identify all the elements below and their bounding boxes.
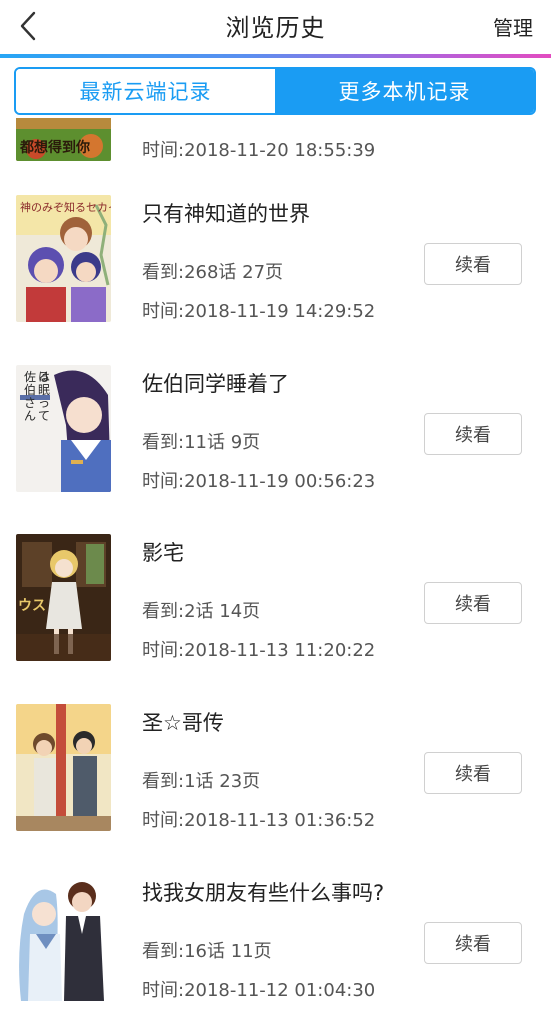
continue-reading-button[interactable]: 续看 xyxy=(424,243,522,285)
cover-art-image xyxy=(16,704,111,831)
read-progress: 看到:2话 14页 xyxy=(142,601,261,622)
manga-cover[interactable] xyxy=(16,874,111,1001)
read-time: 时间:2018-11-19 14:29:52 xyxy=(142,301,376,322)
manga-cover[interactable]: ウス xyxy=(16,534,111,661)
cover-art-image: 佐伯さんは眠ってる xyxy=(16,365,111,492)
continue-reading-button[interactable]: 续看 xyxy=(424,752,522,794)
read-progress: 看到:268话 27页 xyxy=(142,262,284,283)
manga-cover[interactable]: 都想得到你 xyxy=(16,118,111,161)
read-time: 时间:2018-11-12 01:04:30 xyxy=(142,980,376,1001)
manga-cover[interactable]: 神のみぞ知るセカイ xyxy=(16,195,111,322)
continue-reading-button[interactable]: 续看 xyxy=(424,582,522,624)
manage-button[interactable]: 管理 xyxy=(493,12,533,41)
manga-cover[interactable] xyxy=(16,704,111,831)
manga-title: 找我女朋友有些什么事吗? xyxy=(142,881,385,905)
manga-title: 只有神知道的世界 xyxy=(142,202,310,226)
read-progress: 看到:16话 11页 xyxy=(142,941,272,962)
manga-title: 佐伯同学睡着了 xyxy=(142,372,289,396)
list-item[interactable]: ウス 影宅 看到:2话 14页 时间:2018-11-13 11:20:22 续… xyxy=(0,534,551,704)
page-title: 浏览历史 xyxy=(225,14,326,42)
list-item[interactable]: 圣☆哥传 看到:1话 23页 时间:2018-11-13 01:36:52 续看 xyxy=(0,704,551,874)
read-time: 时间:2018-11-20 18:55:39 xyxy=(142,140,376,161)
cover-art-image: ウス xyxy=(16,534,111,661)
cover-text: 神のみぞ知るセカイ xyxy=(20,200,111,214)
read-time: 时间:2018-11-19 00:56:23 xyxy=(142,471,376,492)
cover-text: 都想得到你 xyxy=(19,139,90,156)
manga-title: 圣☆哥传 xyxy=(142,711,224,735)
tab-cloud-records[interactable]: 最新云端记录 xyxy=(16,69,275,113)
read-time: 时间:2018-11-13 11:20:22 xyxy=(142,640,376,661)
header-accent-line xyxy=(0,54,551,58)
list-item[interactable]: 佐伯さんは眠ってる 佐伯同学睡着了 看到:11话 9页 时间:2018-11-1… xyxy=(0,365,551,535)
list-item[interactable]: 神のみぞ知るセカイ 只有神知道的世界 看到:268话 27页 时间:2018-1… xyxy=(0,195,551,365)
record-source-tabs: 最新云端记录 更多本机记录 xyxy=(14,67,536,115)
list-item[interactable]: 都想得到你 时间:2018-11-20 18:55:39 xyxy=(0,118,551,204)
cover-art-image: 神のみぞ知るセカイ xyxy=(16,195,111,322)
list-item[interactable]: 找我女朋友有些什么事吗? 看到:16话 11页 时间:2018-11-12 01… xyxy=(0,874,551,1024)
cover-art-image: 都想得到你 xyxy=(16,118,111,161)
history-list: 都想得到你 时间:2018-11-20 18:55:39 神のみぞ知るセカイ 只… xyxy=(0,118,551,1024)
tab-local-records[interactable]: 更多本机记录 xyxy=(275,69,534,113)
cover-art-image xyxy=(16,874,111,1001)
read-progress: 看到:11话 9页 xyxy=(142,432,261,453)
manga-title: 影宅 xyxy=(142,541,184,565)
continue-reading-button[interactable]: 续看 xyxy=(424,413,522,455)
browse-history-screen: 浏览历史 管理 最新云端记录 更多本机记录 都想得到你 时间:2018-11-2… xyxy=(0,0,551,1024)
read-time: 时间:2018-11-13 01:36:52 xyxy=(142,810,376,831)
read-progress: 看到:1话 23页 xyxy=(142,771,261,792)
manga-cover[interactable]: 佐伯さんは眠ってる xyxy=(16,365,111,492)
cover-text: ウス xyxy=(18,598,46,614)
continue-reading-button[interactable]: 续看 xyxy=(424,922,522,964)
top-bar: 浏览历史 管理 xyxy=(0,0,551,56)
